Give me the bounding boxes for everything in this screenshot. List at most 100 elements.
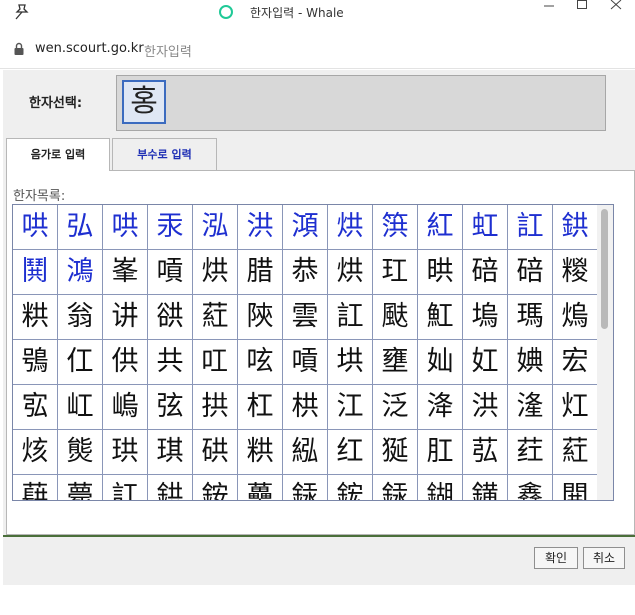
hanja-cell[interactable]: 鑫 [508,475,553,500]
hanja-cell[interactable]: 鬨 [13,250,58,295]
hanja-cell[interactable]: 壅 [373,340,418,385]
hanja-cell[interactable]: 薨 [58,475,103,500]
hanja-cell[interactable]: 宖 [13,385,58,430]
hanja-cell[interactable]: 紅 [418,205,463,250]
hanja-cell[interactable]: 妅 [463,340,508,385]
hanja-cell[interactable]: 紭 [283,430,328,475]
hanja-cell[interactable]: 烘 [193,250,238,295]
hanja-cell[interactable]: 塢 [463,295,508,340]
hanja-cell[interactable]: 嵨 [103,385,148,430]
hanja-cell[interactable]: 瑪 [508,295,553,340]
hanja-cell[interactable]: 虹 [463,205,508,250]
hanja-cell[interactable]: 粠 [238,430,283,475]
minimize-icon[interactable] [535,0,563,20]
scrollbar[interactable] [597,205,613,500]
hanja-cell[interactable]: 銾 [373,475,418,500]
hanja-cell[interactable]: 峯 [103,250,148,295]
hanja-cell[interactable]: 葒 [553,430,598,475]
hanja-cell[interactable]: 烗 [13,430,58,475]
hanja-cell[interactable]: 銾 [283,475,328,500]
hanja-cell[interactable]: 熓 [553,295,598,340]
hanja-cell[interactable]: 烘 [328,205,373,250]
url-text[interactable]: wen.scourt.go.kr [35,41,144,56]
hanja-cell[interactable]: 红 [328,430,373,475]
hanja-cell[interactable]: 狿 [373,430,418,475]
hanja-cell[interactable]: 硔 [193,430,238,475]
hanja-cell[interactable]: 荭 [508,430,553,475]
hanja-cell[interactable]: 熋 [58,430,103,475]
tab-by-radical[interactable]: 부수로 입력 [112,138,217,171]
tab-by-sound[interactable]: 음가로 입력 [6,138,110,171]
hanja-cell[interactable]: 哄 [103,205,148,250]
hanja-cell[interactable]: 晎 [418,250,463,295]
hanja-cell[interactable]: 洪 [463,385,508,430]
hanja-cell[interactable]: 銨 [193,475,238,500]
hanja-cell[interactable]: 讲 [103,295,148,340]
hanja-cell[interactable]: 訌 [328,295,373,340]
hanja-cell[interactable]: 恭 [283,250,328,295]
hanja-cell[interactable]: 嗊 [148,250,193,295]
hanja-cell[interactable]: 玒 [373,250,418,295]
hanja-cell[interactable]: 蕻 [13,475,58,500]
hanja-cell[interactable]: 鉷 [148,475,193,500]
cancel-button[interactable]: 취소 [583,547,625,569]
hanja-cell[interactable]: 弘 [58,205,103,250]
hanja-cell[interactable]: 宏 [553,340,598,385]
hanja-cell[interactable]: 碚 [508,250,553,295]
selected-character[interactable]: 홍 [122,80,166,124]
hanja-cell[interactable]: 鋐 [328,475,373,500]
hanja-cell[interactable]: 鉷 [553,205,598,250]
hanja-cell[interactable]: 碚 [463,250,508,295]
hanja-cell[interactable]: 粠 [13,295,58,340]
hanja-cell[interactable]: 弦 [148,385,193,430]
ok-button[interactable]: 확인 [534,547,578,569]
hanja-cell[interactable]: 湰 [508,385,553,430]
close-icon[interactable] [602,0,630,20]
hanja-cell[interactable]: 雲 [283,295,328,340]
hanja-cell[interactable]: 栱 [283,385,328,430]
hanja-cell[interactable]: 訌 [508,205,553,250]
hanja-cell[interactable]: 陝 [238,295,283,340]
hanja-cell[interactable]: 婰 [508,340,553,385]
hanja-cell[interactable]: 鐄 [463,475,508,500]
scrollbar-thumb[interactable] [601,209,608,329]
hanja-cell[interactable]: 珙 [103,430,148,475]
hanja-cell[interactable]: 鴻 [58,250,103,295]
hanja-cell[interactable]: 鍸 [418,475,463,500]
hanja-cell[interactable]: 葒 [193,295,238,340]
hanja-cell[interactable]: 糉 [553,250,598,295]
hanja-cell[interactable]: 澒 [283,205,328,250]
hanja-cell[interactable]: 共 [148,340,193,385]
hanja-cell[interactable]: 供 [103,340,148,385]
hanja-cell[interactable]: 苰 [463,430,508,475]
hanja-cell[interactable]: 腊 [238,250,283,295]
hanja-cell[interactable]: 奾 [418,340,463,385]
maximize-icon[interactable] [568,0,596,20]
hanja-cell[interactable]: 翁 [58,295,103,340]
hanja-cell[interactable]: 鴞 [13,340,58,385]
hanja-cell[interactable]: 颫 [373,295,418,340]
hanja-cell[interactable]: 江 [328,385,373,430]
hanja-cell[interactable]: 呟 [238,340,283,385]
hanja-cell[interactable]: 閧 [553,475,598,500]
hanja-cell[interactable]: 肛 [418,430,463,475]
hanja-cell[interactable]: 谼 [148,295,193,340]
hanja-cell[interactable]: 嗊 [283,340,328,385]
hanja-cell[interactable]: 哄 [13,205,58,250]
hanja-cell[interactable]: 洚 [418,385,463,430]
hanja-cell[interactable]: 杠 [238,385,283,430]
hanja-cell[interactable]: 訌 [103,475,148,500]
hanja-cell[interactable]: 烘 [328,250,373,295]
pin-icon[interactable] [12,2,32,20]
hanja-cell[interactable]: 拱 [193,385,238,430]
hanja-cell[interactable]: 仜 [58,340,103,385]
hanja-cell[interactable]: 蘽 [238,475,283,500]
hanja-cell[interactable]: 魟 [418,295,463,340]
hanja-cell[interactable]: 篊 [373,205,418,250]
hanja-cell[interactable]: 汞 [148,205,193,250]
hanja-cell[interactable]: 垬 [328,340,373,385]
hanja-cell[interactable]: 灴 [553,385,598,430]
hanja-cell[interactable]: 泛 [373,385,418,430]
hanja-cell[interactable]: 屸 [58,385,103,430]
hanja-cell[interactable]: 叿 [193,340,238,385]
